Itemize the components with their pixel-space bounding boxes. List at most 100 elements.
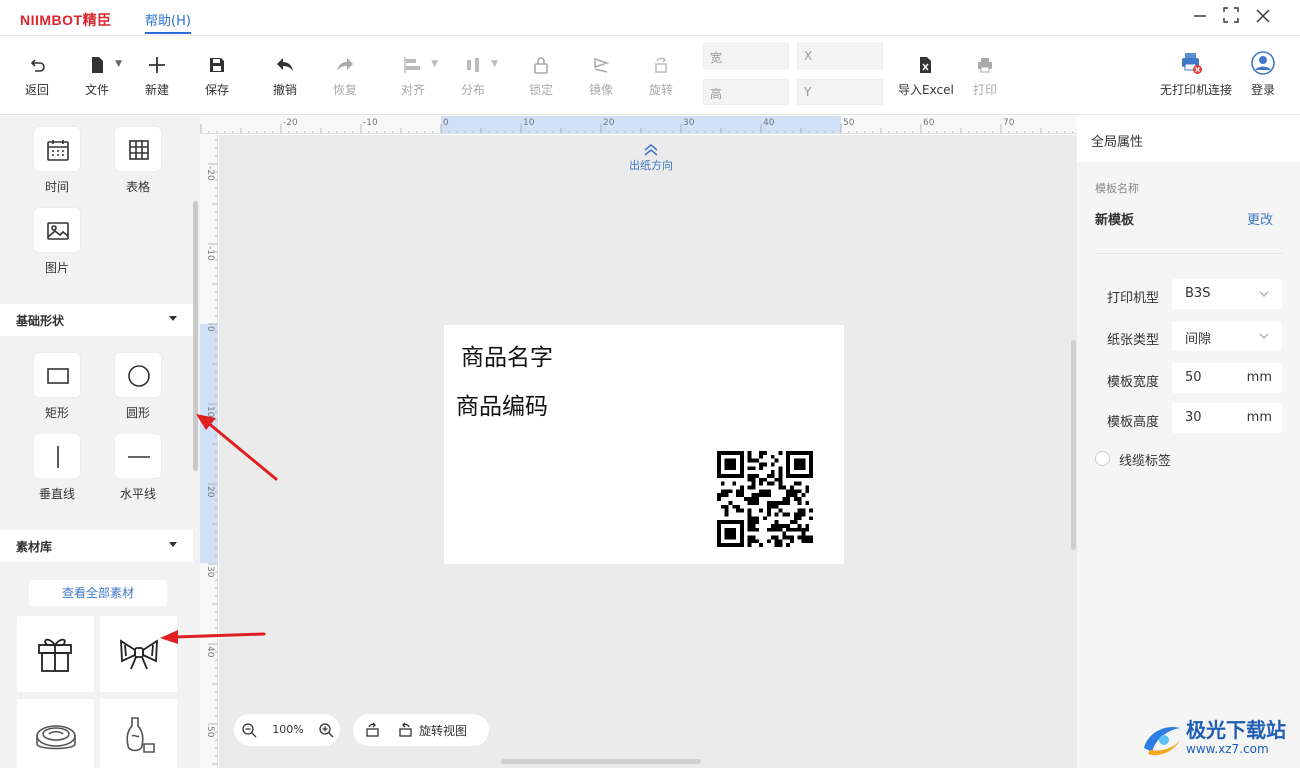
qr-module xyxy=(747,543,752,547)
align-button[interactable]: ▼ 对齐 xyxy=(390,55,438,98)
label-template[interactable]: 商品名字 商品编码 xyxy=(444,325,844,564)
maximize-button[interactable] xyxy=(1219,6,1243,30)
qr-module xyxy=(774,512,779,517)
mirror-button[interactable]: 镜像 xyxy=(578,55,624,98)
edit-template-name-link[interactable]: 更改 xyxy=(1247,209,1273,228)
qr-module xyxy=(766,504,771,509)
rotate-left-icon[interactable] xyxy=(365,722,381,738)
asset-wine-bottle[interactable] xyxy=(100,699,177,768)
horizontal-line-tool[interactable] xyxy=(114,433,162,479)
image-label: 图片 xyxy=(44,261,69,275)
ruler-label: 0 xyxy=(205,326,215,332)
qr-module xyxy=(809,451,813,455)
qr-module xyxy=(724,512,729,517)
menu-help[interactable]: 帮助(H) xyxy=(145,10,191,34)
template-height-value: 30 xyxy=(1185,410,1202,425)
circle-tool[interactable] xyxy=(114,352,162,398)
mirror-icon xyxy=(594,57,610,73)
template-height-input[interactable]: 30 mm xyxy=(1172,403,1282,433)
label-text-product-name[interactable]: 商品名字 xyxy=(461,338,553,372)
ruler-label: 30 xyxy=(205,566,215,578)
chevron-down-icon: ▼ xyxy=(115,59,122,69)
import-excel-button[interactable]: 导入Excel xyxy=(898,55,954,98)
zoom-value: 100% xyxy=(272,723,304,736)
qr-module xyxy=(778,527,783,532)
qr-module xyxy=(778,481,783,486)
file-label: 文件 xyxy=(84,83,109,97)
collapse-triangle-icon xyxy=(169,542,177,547)
width-field[interactable]: 宽 xyxy=(703,43,789,69)
qr-module xyxy=(740,454,744,459)
save-icon xyxy=(210,58,224,72)
new-button[interactable]: 新建 xyxy=(134,55,180,98)
panel-scrollbar[interactable] xyxy=(193,201,198,471)
printer-model-select[interactable]: B3S xyxy=(1172,279,1282,309)
import-excel-label: 导入Excel xyxy=(898,83,954,97)
y-field[interactable]: Y xyxy=(797,79,883,105)
paper-type-select[interactable]: 间隙 xyxy=(1172,321,1282,351)
asset-library-header[interactable]: 素材库 xyxy=(0,530,193,562)
height-field[interactable]: 高 xyxy=(703,79,789,105)
qr-module xyxy=(766,500,771,505)
qr-module xyxy=(770,527,775,532)
qr-module xyxy=(736,508,741,513)
template-name-caption: 模板名称 xyxy=(1095,182,1139,195)
zoom-in-icon[interactable] xyxy=(318,722,334,738)
qr-module xyxy=(740,470,744,475)
undo-button[interactable]: 撤销 xyxy=(262,55,308,98)
label-text-product-code[interactable]: 商品编码 xyxy=(456,387,548,421)
qr-module xyxy=(774,504,779,509)
rotate-right-icon[interactable] xyxy=(397,722,413,738)
asset-bow[interactable] xyxy=(100,616,177,692)
qr-module xyxy=(805,474,810,478)
zoom-out-icon[interactable] xyxy=(241,722,257,738)
qr-module xyxy=(740,489,744,494)
template-width-input[interactable]: 50 mm xyxy=(1172,363,1282,393)
table-tool[interactable] xyxy=(114,126,162,172)
canvas-vertical-scrollbar[interactable] xyxy=(1071,340,1076,550)
distribute-button[interactable]: ▼ 分布 xyxy=(450,55,498,98)
qr-module xyxy=(801,508,806,513)
view-all-assets-button[interactable]: 查看全部素材 xyxy=(29,580,167,606)
qr-module xyxy=(724,527,729,532)
qr-module xyxy=(763,489,767,494)
qr-module xyxy=(755,539,760,544)
distribute-label: 分布 xyxy=(460,83,485,97)
login-button[interactable]: 登录 xyxy=(1240,51,1286,98)
label-qr-code[interactable] xyxy=(717,451,813,547)
image-tool[interactable] xyxy=(33,207,81,253)
file-menu-button[interactable]: ▼ 文件 xyxy=(74,55,122,98)
x-field[interactable]: X xyxy=(797,43,883,69)
cable-label-checkbox[interactable] xyxy=(1095,451,1110,466)
qr-module xyxy=(789,485,794,490)
printer-connection-button[interactable]: 无打印机连接 xyxy=(1160,53,1232,98)
asset-gift[interactable] xyxy=(17,616,94,692)
qr-module xyxy=(801,535,806,540)
qr-module xyxy=(778,466,783,471)
time-tool[interactable] xyxy=(33,126,81,172)
design-canvas[interactable]: 出纸方向 商品名字 商品编码 100% 旋转视图 xyxy=(219,135,1077,768)
qr-module xyxy=(786,458,790,463)
basic-shapes-header[interactable]: 基础形状 xyxy=(0,304,193,336)
lock-button[interactable]: 锁定 xyxy=(518,55,564,98)
redo-label: 恢复 xyxy=(332,83,357,97)
rectangle-tool[interactable] xyxy=(33,352,81,398)
qr-module xyxy=(732,543,737,547)
save-button[interactable]: 保存 xyxy=(194,55,240,98)
rotate-button[interactable]: 旋转 xyxy=(638,55,684,98)
close-button[interactable] xyxy=(1251,6,1275,30)
qr-module xyxy=(755,497,760,501)
qr-module xyxy=(747,508,752,513)
qr-module xyxy=(801,539,806,544)
qr-module xyxy=(724,458,729,463)
back-button[interactable]: 返回 xyxy=(14,55,60,98)
asset-mooncake[interactable] xyxy=(17,699,94,768)
minimize-button[interactable] xyxy=(1188,6,1212,30)
vertical-line-tool[interactable] xyxy=(33,433,81,479)
canvas-horizontal-scrollbar[interactable] xyxy=(501,759,701,764)
print-button[interactable]: 打印 xyxy=(962,55,1008,98)
qr-module xyxy=(763,516,767,521)
qr-module xyxy=(724,474,729,478)
rotate-view-control[interactable]: 旋转视图 xyxy=(353,714,489,746)
redo-button[interactable]: 恢复 xyxy=(322,55,368,98)
